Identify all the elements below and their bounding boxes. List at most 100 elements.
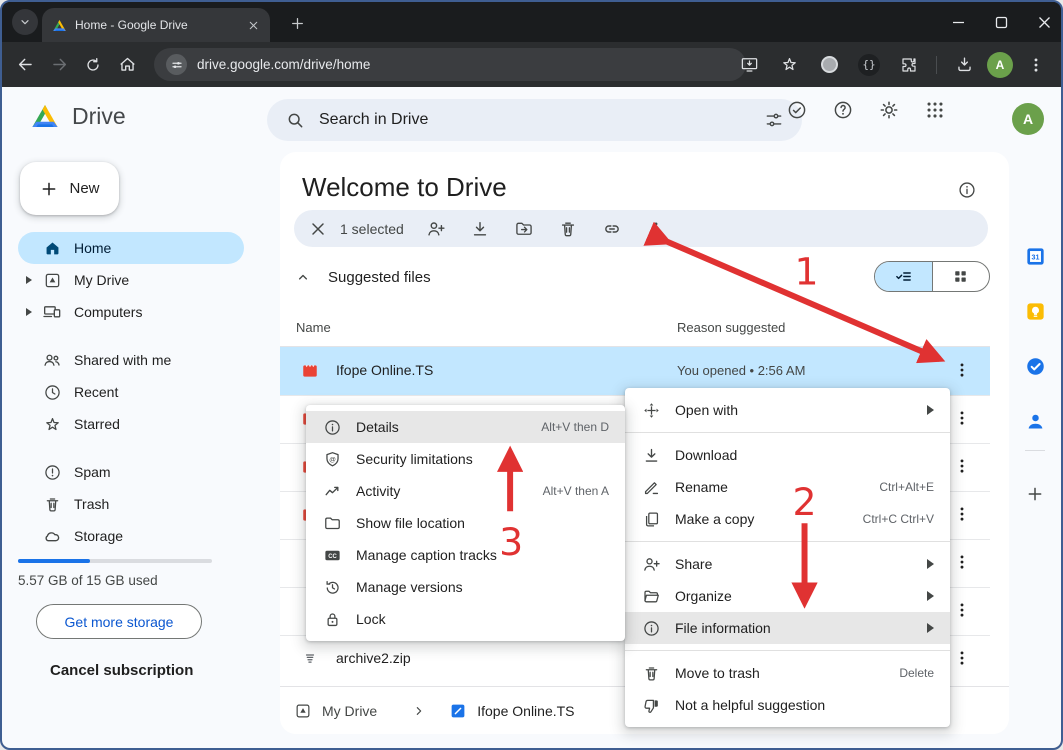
copy-link-button[interactable]	[590, 219, 634, 239]
window-maximize-button[interactable]	[995, 16, 1008, 29]
sidebar-item-spam[interactable]: Spam	[18, 456, 244, 488]
share-add-people-button[interactable]	[414, 219, 458, 239]
bookmark-star-icon[interactable]	[772, 48, 806, 82]
browser-home-button[interactable]	[110, 48, 144, 82]
move-to-trash-button[interactable]	[546, 219, 590, 239]
menu-item-organize[interactable]: Organize	[625, 580, 950, 612]
tab-close-icon[interactable]	[247, 19, 260, 32]
search-input[interactable]: Search in Drive	[267, 99, 802, 141]
collapse-section-chevron[interactable]	[294, 268, 312, 286]
share-person-add-icon	[641, 555, 661, 574]
downloads-icon[interactable]	[947, 48, 981, 82]
menu-item-file-information[interactable]: File information	[625, 612, 950, 644]
get-more-storage-button[interactable]: Get more storage	[36, 604, 202, 639]
file-information-submenu: Details Alt+V then D Security limitation…	[306, 405, 625, 641]
row-kebab-icon[interactable]	[953, 457, 971, 475]
submenu-item-activity[interactable]: Activity Alt+V then A	[306, 475, 625, 507]
column-reason[interactable]: Reason suggested	[677, 320, 785, 335]
google-apps-grid-icon[interactable]	[924, 99, 946, 121]
menu-item-not-helpful[interactable]: Not a helpful suggestion	[625, 689, 950, 721]
context-menu: Open with Download Rename Ctrl+Alt+E Mak…	[625, 388, 950, 727]
rail-divider	[1025, 450, 1045, 451]
grid-view-button[interactable]	[932, 262, 990, 291]
expand-caret-icon[interactable]	[26, 308, 32, 316]
clear-selection-icon[interactable]	[308, 219, 328, 239]
path-location[interactable]: My Drive	[322, 703, 377, 719]
submenu-item-show-file-location[interactable]: Show file location	[306, 507, 625, 539]
tasks-icon[interactable]	[1023, 354, 1047, 378]
new-button[interactable]: New	[20, 162, 119, 215]
forward-button[interactable]	[42, 48, 76, 82]
sidebar-item-recent[interactable]: Recent	[18, 376, 244, 408]
window-close-button[interactable]	[1038, 16, 1051, 29]
menu-item-make-a-copy[interactable]: Make a copy Ctrl+C Ctrl+V	[625, 503, 950, 535]
sidebar-item-computers[interactable]: Computers	[18, 296, 244, 328]
row-kebab-icon[interactable]	[953, 409, 971, 427]
site-settings-icon[interactable]	[166, 54, 187, 75]
submenu-arrow-icon	[927, 623, 934, 633]
page-info-icon[interactable]	[957, 180, 977, 200]
advanced-search-icon[interactable]	[764, 110, 784, 130]
column-name[interactable]: Name	[296, 320, 331, 335]
submenu-item-lock[interactable]: Lock	[306, 603, 625, 635]
extensions-puzzle-icon[interactable]	[892, 48, 926, 82]
drive-logo[interactable]: Drive	[30, 101, 126, 131]
status-circle-icon[interactable]	[812, 48, 846, 82]
row-kebab-icon[interactable]	[953, 649, 971, 667]
account-avatar[interactable]: A	[1012, 103, 1044, 135]
file-name: archive2.zip	[336, 650, 411, 666]
contacts-icon[interactable]	[1023, 409, 1047, 433]
rename-pencil-icon	[641, 478, 661, 497]
tab-search-button[interactable]	[12, 9, 38, 35]
menu-item-rename[interactable]: Rename Ctrl+Alt+E	[625, 471, 950, 503]
move-to-folder-button[interactable]	[502, 219, 546, 239]
menu-item-open-with[interactable]: Open with	[625, 394, 950, 426]
more-actions-kebab-icon[interactable]	[634, 220, 678, 238]
browser-menu-kebab-icon[interactable]	[1019, 48, 1053, 82]
row-kebab-icon[interactable]	[953, 505, 971, 523]
trash-icon	[42, 495, 62, 514]
address-bar[interactable]: drive.google.com/drive/home	[154, 48, 746, 81]
calendar-icon[interactable]	[1023, 244, 1047, 268]
sidebar-item-trash[interactable]: Trash	[18, 488, 244, 520]
cloud-storage-icon	[42, 526, 62, 546]
list-view-button[interactable]	[875, 262, 932, 291]
row-kebab-icon[interactable]	[953, 601, 971, 619]
submenu-item-details[interactable]: Details Alt+V then D	[306, 411, 625, 443]
reload-button[interactable]	[76, 48, 110, 82]
url-text: drive.google.com/drive/home	[197, 57, 370, 72]
download-icon	[641, 446, 661, 465]
sidebar-item-storage[interactable]: Storage	[18, 520, 244, 552]
extension-badge-icon[interactable]: {}	[852, 48, 886, 82]
back-button[interactable]	[8, 48, 42, 82]
browser-profile-avatar[interactable]: A	[987, 52, 1013, 78]
row-kebab-icon[interactable]	[953, 361, 971, 379]
help-icon[interactable]	[832, 99, 854, 121]
cancel-subscription-link[interactable]: Cancel subscription	[50, 662, 193, 679]
submenu-item-manage-versions[interactable]: Manage versions	[306, 571, 625, 603]
window-minimize-button[interactable]	[952, 16, 965, 29]
install-app-icon[interactable]	[732, 48, 766, 82]
menu-item-share[interactable]: Share	[625, 548, 950, 580]
new-tab-button[interactable]	[286, 12, 308, 34]
sidebar-item-my-drive[interactable]: My Drive	[18, 264, 244, 296]
drive-header: Drive Search in Drive A	[2, 87, 1061, 152]
settings-gear-icon[interactable]	[878, 99, 900, 121]
path-file-name[interactable]: Ifope Online.TS	[477, 703, 574, 719]
offline-status-icon[interactable]	[786, 99, 808, 121]
submenu-item-manage-caption-tracks[interactable]: Manage caption tracks	[306, 539, 625, 571]
shared-people-icon	[42, 350, 62, 370]
shortcut-label: Alt+V then D	[541, 420, 609, 434]
menu-item-move-to-trash[interactable]: Move to trash Delete	[625, 657, 950, 689]
sidebar-item-shared-with-me[interactable]: Shared with me	[18, 344, 244, 376]
sidebar-item-starred[interactable]: Starred	[18, 408, 244, 440]
submenu-item-security-limitations[interactable]: Security limitations	[306, 443, 625, 475]
add-panel-app-button[interactable]	[1023, 482, 1047, 506]
sidebar-item-home[interactable]: Home	[18, 232, 244, 264]
row-kebab-icon[interactable]	[953, 553, 971, 571]
download-button[interactable]	[458, 219, 502, 239]
keep-icon[interactable]	[1023, 299, 1047, 323]
browser-tab[interactable]: Home - Google Drive	[42, 8, 270, 42]
expand-caret-icon[interactable]	[26, 276, 32, 284]
menu-item-download[interactable]: Download	[625, 439, 950, 471]
